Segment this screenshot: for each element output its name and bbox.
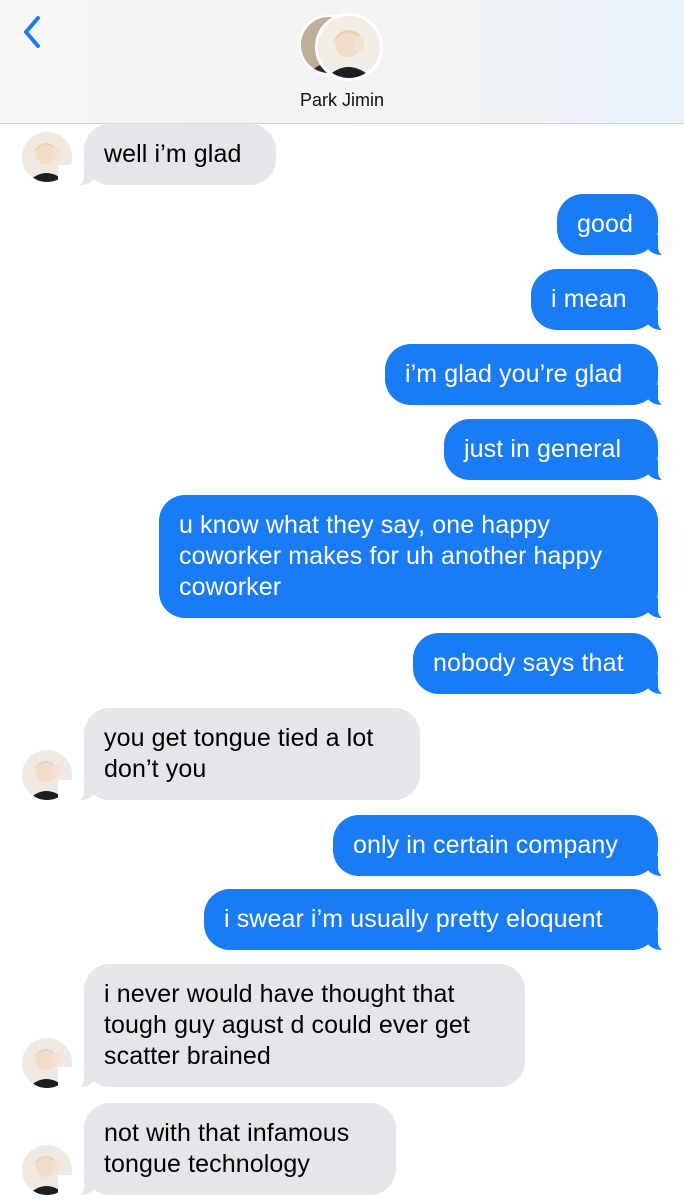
outgoing-message-bubble[interactable]: i mean bbox=[531, 269, 684, 332]
message-row-incoming: i never would have thought that tough gu… bbox=[0, 964, 684, 1089]
contact-name[interactable]: Park Jimin bbox=[0, 90, 684, 111]
outgoing-message-bubble[interactable]: just in general bbox=[444, 419, 684, 482]
incoming-message-bubble[interactable]: not with that infamous tongue technology bbox=[58, 1103, 396, 1197]
outgoing-message-bubble[interactable]: only in certain company bbox=[333, 815, 684, 878]
chevron-left-icon bbox=[24, 16, 40, 48]
conversation-header: Park Jimin bbox=[0, 0, 684, 124]
message-row-incoming: well i’m glad bbox=[0, 124, 684, 188]
message-row-incoming: not with that infamous tongue technology bbox=[0, 1103, 684, 1197]
outgoing-message-bubble[interactable]: u know what they say, one happy coworker… bbox=[159, 495, 684, 620]
incoming-message-bubble[interactable]: i never would have thought that tough gu… bbox=[58, 964, 525, 1089]
outgoing-message-bubble[interactable]: i’m glad you’re glad bbox=[385, 344, 684, 407]
back-button[interactable] bbox=[18, 12, 54, 52]
outgoing-message-bubble[interactable]: nobody says that bbox=[413, 633, 684, 696]
outgoing-message-bubble[interactable]: i swear i’m usually pretty eloquent bbox=[204, 889, 684, 952]
contact-avatar-group[interactable] bbox=[299, 13, 385, 81]
incoming-message-bubble[interactable]: well i’m glad bbox=[58, 124, 276, 187]
incoming-message-bubble[interactable]: you get tongue tied a lot don’t you bbox=[58, 708, 420, 802]
outgoing-message-bubble[interactable]: good bbox=[557, 194, 684, 257]
contact-avatar bbox=[315, 13, 383, 81]
message-row-incoming: you get tongue tied a lot don’t you bbox=[0, 708, 684, 802]
